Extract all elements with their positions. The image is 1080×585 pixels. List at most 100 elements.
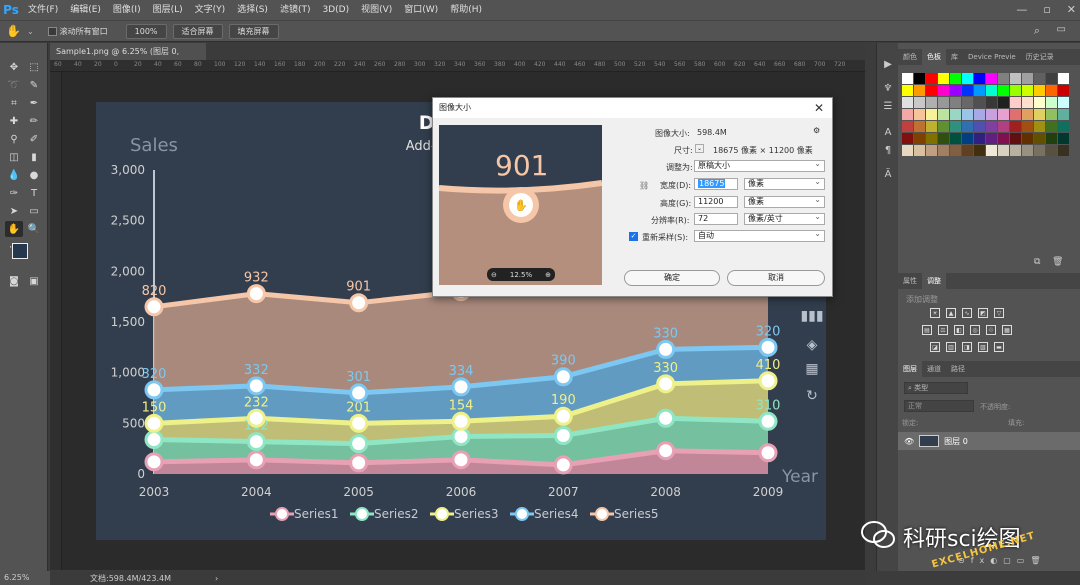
color-swatch[interactable] [1034,121,1045,132]
color-swatch[interactable] [902,97,913,108]
color-swatch[interactable] [1022,121,1033,132]
color-swatch[interactable] [974,121,985,132]
color-swatch[interactable] [962,145,973,156]
color-swatch[interactable] [1034,133,1045,144]
menu-filter[interactable]: 滤镜(T) [274,0,317,20]
color-swatch[interactable] [998,73,1009,84]
color-swatch[interactable] [950,109,961,120]
color-swatch[interactable] [974,85,985,96]
height-unit-select[interactable]: 像素 [744,195,825,208]
eraser-icon[interactable]: ◫ [5,149,23,165]
color-swatch[interactable] [938,133,949,144]
channel-mixer-icon[interactable]: ♲ [986,325,996,335]
color-swatch[interactable] [962,121,973,132]
color-swatch[interactable] [914,73,925,84]
color-swatch[interactable] [1046,73,1057,84]
color-swatch[interactable] [974,73,985,84]
color-swatch[interactable] [1046,97,1057,108]
color-swatch[interactable] [998,109,1009,120]
color-swatch[interactable] [1022,97,1033,108]
lasso-tool-icon[interactable]: ➰ [5,77,23,93]
color-swatch[interactable] [1010,97,1021,108]
color-swatch[interactable] [926,145,937,156]
new-swatch-icon[interactable]: ⧉ [1034,257,1040,267]
threshold-icon[interactable]: ◨ [962,342,972,352]
color-swatch[interactable] [1058,97,1069,108]
color-swatch[interactable] [1046,121,1057,132]
color-swatch[interactable] [1034,109,1045,120]
color-swatch[interactable] [986,85,997,96]
resolution-unit-select[interactable]: 像素/英寸 [744,212,825,225]
move-tool-icon[interactable]: ✥ [5,59,23,75]
width-unit-select[interactable]: 像素 [744,177,825,190]
dialog-close-button[interactable]: ✕ [814,98,824,118]
link-chain-icon[interactable]: ⛓ [639,181,649,190]
color-swatch[interactable] [926,73,937,84]
color-swatch[interactable] [962,97,973,108]
resample-checkbox[interactable]: ✓ [629,232,638,241]
delete-swatch-icon[interactable]: 🗑 [1052,257,1063,267]
quick-select-icon[interactable]: ✎ [25,77,43,93]
crop-tool-icon[interactable]: ⌗ [5,95,23,111]
menu-help[interactable]: 帮助(H) [444,0,488,20]
path-select-icon[interactable]: ➤ [5,203,23,219]
type-tool-icon[interactable]: T [25,185,43,201]
brightness-icon[interactable]: ☀ [930,308,940,318]
gradient-map-icon[interactable]: ▬ [994,342,1004,352]
zoom-in-icon[interactable]: ⊕ [545,271,551,279]
play-actions-icon[interactable]: ▶ [881,57,895,71]
color-swatch[interactable] [902,145,913,156]
color-swatch[interactable] [938,97,949,108]
color-swatch[interactable] [1022,85,1033,96]
color-swatch[interactable] [926,85,937,96]
color-swatch[interactable] [1058,145,1069,156]
color-swatch[interactable] [1058,73,1069,84]
color-swatch[interactable] [1034,85,1045,96]
tab-paths[interactable]: 路径 [946,361,970,377]
levels-icon[interactable]: ▲ [946,308,956,318]
search-icon[interactable]: ⌕ [1034,24,1040,38]
color-swatch[interactable] [986,109,997,120]
posterize-icon[interactable]: ▥ [946,342,956,352]
color-swatch[interactable] [986,73,997,84]
curves-icon[interactable]: ∿ [962,308,972,318]
fit-screen-button[interactable]: 适合屏幕 [172,23,223,39]
color-swatch[interactable] [914,145,925,156]
color-swatch[interactable] [938,73,949,84]
color-swatch[interactable] [1010,121,1021,132]
color-swatch[interactable] [974,133,985,144]
color-swatch[interactable] [926,109,937,120]
color-swatch[interactable] [998,97,1009,108]
width-input[interactable]: 18675 [694,178,738,190]
color-swatch[interactable] [914,97,925,108]
color-swatch[interactable] [914,121,925,132]
tab-layers[interactable]: 图层 [898,361,922,377]
layer-kind-filter[interactable]: ⌕ 类型 [904,382,968,394]
zoom-status[interactable]: 6.25% [0,571,50,585]
menu-layer[interactable]: 图层(L) [147,0,189,20]
minimize-button[interactable]: — [1016,0,1027,20]
black-white-icon[interactable]: ◧ [954,325,964,335]
color-swatch[interactable] [950,145,961,156]
color-swatch[interactable] [1058,121,1069,132]
fill-screen-button[interactable]: 填充屏幕 [228,23,279,39]
color-swatch[interactable] [902,121,913,132]
eyedropper-icon[interactable]: ✒ [25,95,43,111]
settings-gear-icon[interactable]: ⚙ [813,126,820,135]
scroll-all-windows-checkbox[interactable]: 滚动所有窗口 [47,26,108,37]
invert-icon[interactable]: ◪ [930,342,940,352]
color-swatch[interactable] [950,73,961,84]
brush-settings-icon[interactable]: ♆ [881,81,895,95]
ok-button[interactable]: 确定 [624,270,720,286]
foreground-color-swatch[interactable] [12,243,28,259]
cancel-button[interactable]: 取消 [727,270,825,286]
color-swatch[interactable] [902,73,913,84]
menu-3d[interactable]: 3D(D) [316,0,355,20]
blur-icon[interactable]: 💧 [5,167,23,183]
color-swatch[interactable] [1010,85,1021,96]
color-swatch[interactable] [950,133,961,144]
fit-to-select[interactable]: 原稿大小 [694,159,825,172]
gradient-icon[interactable]: ▮ [25,149,43,165]
color-swatch[interactable] [1010,109,1021,120]
color-swatch[interactable] [962,109,973,120]
